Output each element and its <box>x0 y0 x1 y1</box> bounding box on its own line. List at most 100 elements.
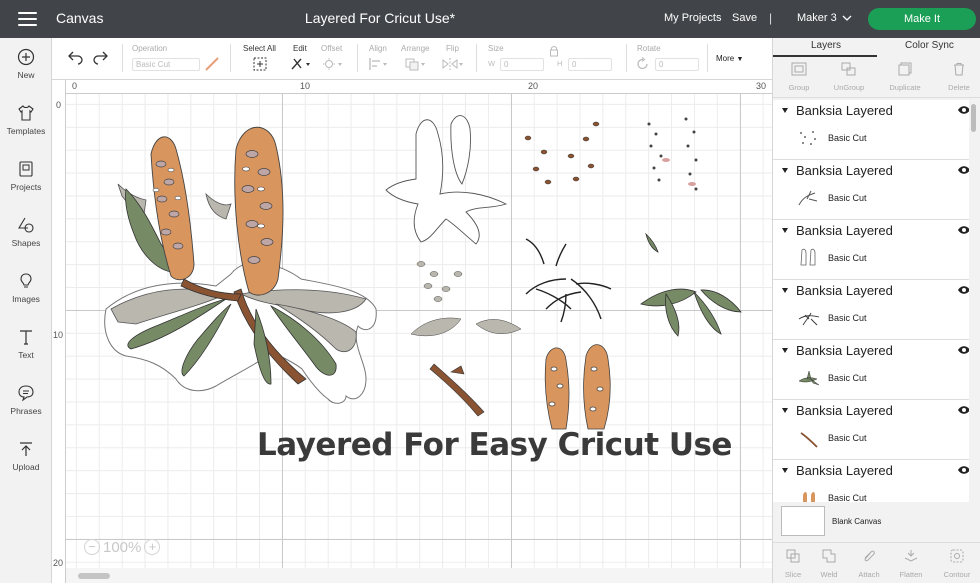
ungroup-button[interactable]: UnGroup <box>823 62 875 92</box>
lock-icon[interactable] <box>549 45 559 57</box>
layer-operation[interactable]: Basic Cut <box>828 493 867 502</box>
chevron-down-icon[interactable] <box>842 13 852 23</box>
undo-icon[interactable] <box>66 51 84 65</box>
horizontal-scrollbar[interactable] <box>78 573 110 579</box>
layer-operation[interactable]: Basic Cut <box>828 133 867 143</box>
align-icon[interactable] <box>368 57 390 71</box>
slice-button[interactable]: Slice <box>773 549 813 579</box>
edit-tools-icon[interactable] <box>290 57 312 71</box>
save-button[interactable]: Save <box>732 12 757 24</box>
height-input[interactable]: 0 <box>568 58 612 71</box>
zoom-in-button[interactable]: + <box>144 539 161 556</box>
contour-button[interactable]: Contour <box>937 549 977 579</box>
layer-operation[interactable]: Basic Cut <box>828 313 867 323</box>
group-button[interactable]: Group <box>773 62 825 92</box>
sidebar-item-images[interactable]: Images <box>0 272 52 322</box>
line-layer[interactable] <box>525 238 612 323</box>
layer-item[interactable]: Banksia Layered Basic Cut <box>773 220 969 280</box>
outline-layer[interactable] <box>385 115 508 245</box>
attach-button[interactable]: Attach <box>849 549 889 579</box>
expand-triangle-icon[interactable] <box>782 348 788 353</box>
ruler-tick-label: 0 <box>56 100 62 110</box>
plus-circle-icon <box>17 48 35 66</box>
action-label: Delete <box>948 83 970 92</box>
eye-icon[interactable] <box>957 285 969 295</box>
design-canvas[interactable]: Layered For Easy Cricut Use 0 10 20 30 0… <box>52 80 772 583</box>
width-input[interactable]: 0 <box>500 58 544 71</box>
size-h-label: H <box>557 59 563 68</box>
eye-icon[interactable] <box>957 405 969 415</box>
tab-color-sync[interactable]: Color Sync <box>905 40 954 51</box>
sidebar-item-upload[interactable]: Upload <box>0 440 52 490</box>
active-tab-indicator <box>773 55 877 57</box>
layer-item[interactable]: Banksia Layered Basic Cut <box>773 340 969 400</box>
layer-operation[interactable]: Basic Cut <box>828 433 867 443</box>
align-label: Align <box>369 44 387 53</box>
operation-select[interactable]: Basic Cut <box>132 58 200 71</box>
action-label: Flatten <box>899 570 923 579</box>
machine-selector[interactable]: Maker 3 <box>797 12 837 24</box>
shirt-icon <box>18 105 34 121</box>
layer-operation[interactable]: Basic Cut <box>828 373 867 383</box>
select-all-icon[interactable] <box>253 57 267 71</box>
layer-operation[interactable]: Basic Cut <box>828 253 867 263</box>
sidebar-label: Text <box>18 350 34 360</box>
zoom-out-button[interactable]: − <box>84 539 100 556</box>
eye-icon[interactable] <box>957 225 969 235</box>
expand-triangle-icon[interactable] <box>782 108 788 113</box>
offset-label: Offset <box>321 44 343 53</box>
sidebar-item-projects[interactable]: Projects <box>0 160 52 210</box>
layer-item[interactable]: Banksia Layered Basic Cut <box>773 460 969 502</box>
zoom-level: 100% <box>103 538 142 556</box>
pen-color-icon[interactable] <box>204 57 220 71</box>
assembled-banksia[interactable] <box>104 126 377 404</box>
eye-icon[interactable] <box>957 165 969 175</box>
delete-button[interactable]: Delete <box>933 62 980 92</box>
expand-triangle-icon[interactable] <box>782 168 788 173</box>
expand-triangle-icon[interactable] <box>782 288 788 293</box>
duplicate-button[interactable]: Duplicate <box>879 62 931 92</box>
layer-item[interactable]: Banksia Layered Basic Cut <box>773 280 969 340</box>
tab-layers[interactable]: Layers <box>811 40 841 51</box>
banksia-artwork[interactable] <box>66 94 772 568</box>
layer-item[interactable]: Banksia Layered Basic Cut <box>773 100 969 160</box>
expand-triangle-icon[interactable] <box>782 228 788 233</box>
sidebar-item-phrases[interactable]: Phrases <box>0 384 52 434</box>
action-label: UnGroup <box>833 83 865 92</box>
stem-layer[interactable] <box>429 363 485 417</box>
sidebar-item-shapes[interactable]: Shapes <box>0 216 52 266</box>
projects-icon <box>19 161 33 177</box>
blank-canvas-swatch[interactable] <box>781 506 825 536</box>
make-it-button[interactable]: Make It <box>868 8 976 30</box>
layer-item[interactable]: Banksia Layered Basic Cut <box>773 400 969 460</box>
seed-grey-layer[interactable] <box>410 261 522 337</box>
eye-icon[interactable] <box>957 465 969 475</box>
canvas-headline-text[interactable]: Layered For Easy Cricut Use <box>257 427 732 463</box>
sidebar-item-new[interactable]: New <box>0 48 52 98</box>
layer-operation[interactable]: Basic Cut <box>828 193 867 203</box>
more-menu[interactable]: More ▼ <box>716 54 743 63</box>
rotate-input[interactable]: 0 <box>655 58 699 71</box>
ruler-tick-label: 10 <box>53 330 64 340</box>
flip-icon[interactable] <box>441 57 465 71</box>
sidebar-item-templates[interactable]: Templates <box>0 104 52 154</box>
flatten-button[interactable]: Flatten <box>891 549 931 579</box>
green-leaves-layer[interactable] <box>640 232 742 337</box>
pods-layer[interactable] <box>524 121 600 185</box>
orange-cones-layer[interactable] <box>544 344 611 430</box>
arrange-icon[interactable] <box>404 57 428 71</box>
layer-item[interactable]: Banksia Layered Basic Cut <box>773 160 969 220</box>
redo-icon[interactable] <box>92 51 110 65</box>
expand-triangle-icon[interactable] <box>782 468 788 473</box>
eye-icon[interactable] <box>957 345 969 355</box>
layers-scrollbar[interactable] <box>971 104 976 132</box>
my-projects-link[interactable]: My Projects <box>664 12 721 24</box>
weld-button[interactable]: Weld <box>809 549 849 579</box>
speech-bubble-icon <box>18 385 34 402</box>
dots-layer[interactable] <box>647 117 698 191</box>
expand-triangle-icon[interactable] <box>782 408 788 413</box>
upload-icon <box>20 442 32 456</box>
offset-icon[interactable] <box>322 57 344 71</box>
eye-icon[interactable] <box>957 105 969 115</box>
sidebar-item-text[interactable]: Text <box>0 328 52 378</box>
